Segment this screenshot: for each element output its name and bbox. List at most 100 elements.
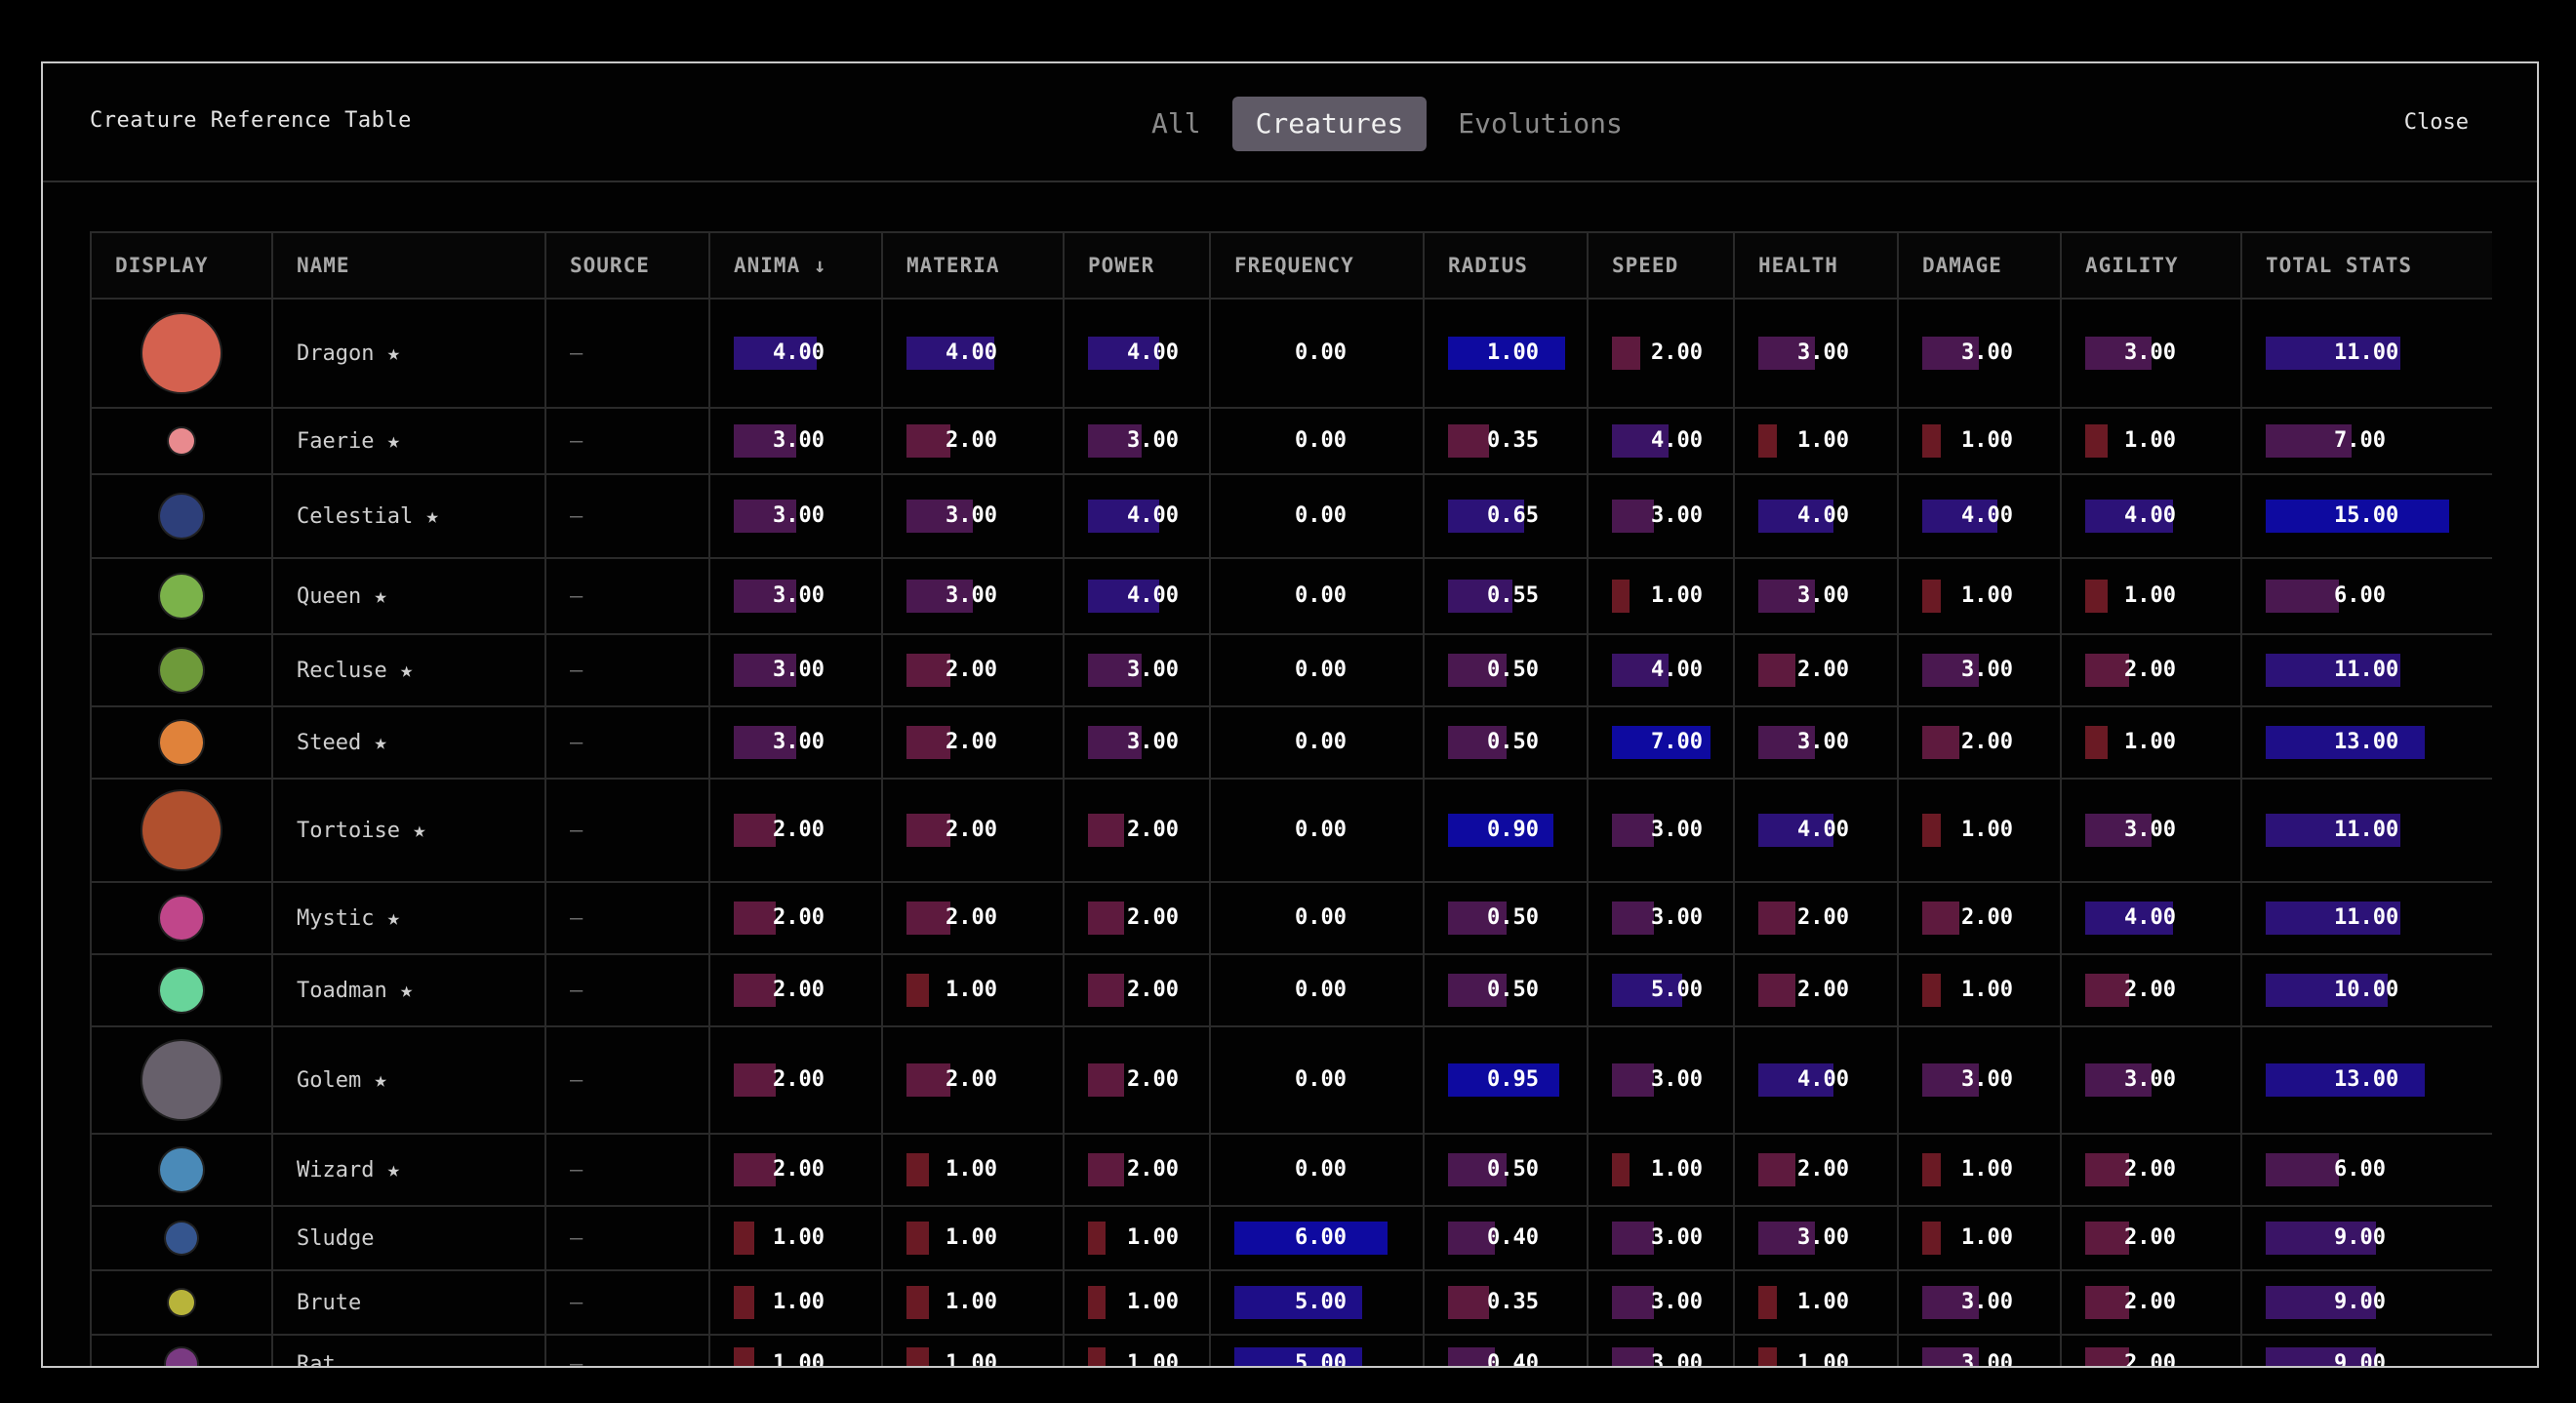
source-cell: – (544, 407, 710, 475)
source-cell: – (544, 1334, 710, 1366)
damage-bar (1922, 580, 1941, 613)
agility-bar (2085, 1286, 2129, 1319)
table-row[interactable]: Dragon ★ – 4.00 4.00 4.00 0.00 1.00 2.00 3.00 3.0… (90, 298, 2492, 409)
table-row[interactable]: Brute – 1.00 1.00 1.00 5.00 0.35 3.00 1.00 3.00 2.… (90, 1269, 2492, 1336)
frequency-value: 0.00 (1295, 730, 1347, 754)
col-header-display[interactable]: DISPLAY (90, 231, 273, 300)
tab-creatures[interactable]: Creatures (1231, 97, 1428, 151)
total-cell: 15.00 (2240, 473, 2492, 559)
health-value: 2.00 (1797, 905, 1849, 930)
creature-color-swatch (166, 1223, 197, 1254)
radius-cell: 0.35 (1423, 1269, 1589, 1336)
total-value: 9.00 (2334, 1225, 2386, 1250)
col-header-materia[interactable]: MATERIA (881, 231, 1065, 300)
col-header-anima[interactable]: ANIMA ↓ (708, 231, 883, 300)
tab-evolutions[interactable]: Evolutions (1434, 97, 1646, 151)
damage-cell: 1.00 (1897, 557, 2062, 635)
col-header-name[interactable]: NAME (271, 231, 546, 300)
col-header-radius[interactable]: RADIUS (1423, 231, 1589, 300)
col-header-health[interactable]: HEALTH (1733, 231, 1899, 300)
frequency-cell: 5.00 (1209, 1334, 1425, 1366)
damage-value: 3.00 (1961, 658, 2013, 682)
anima-value: 2.00 (773, 905, 825, 930)
materia-value: 4.00 (946, 341, 997, 365)
agility-cell: 2.00 (2060, 1205, 2242, 1271)
damage-bar (1922, 814, 1941, 847)
anima-value: 2.00 (773, 978, 825, 1002)
materia-cell: 2.00 (881, 778, 1065, 883)
frequency-cell: 0.00 (1209, 407, 1425, 475)
speed-value: 4.00 (1651, 658, 1703, 682)
materia-cell: 1.00 (881, 953, 1065, 1027)
materia-value: 1.00 (946, 1290, 997, 1314)
speed-bar (1612, 902, 1654, 935)
col-header-frequency[interactable]: FREQUENCY (1209, 231, 1425, 300)
materia-cell: 2.00 (881, 881, 1065, 955)
materia-bar (906, 726, 950, 759)
anima-bar (734, 1063, 776, 1097)
damage-cell: 3.00 (1897, 1025, 2062, 1135)
creature-color-swatch (160, 649, 203, 692)
table-row[interactable]: Steed ★ – 3.00 2.00 3.00 0.00 0.50 7.00 3.00 2.00… (90, 705, 2492, 780)
anima-cell: 2.00 (708, 953, 883, 1027)
materia-value: 2.00 (946, 428, 997, 453)
table-row[interactable]: Tortoise ★ – 2.00 2.00 2.00 0.00 0.90 3.00 4.00 1… (90, 778, 2492, 883)
damage-value: 1.00 (1961, 978, 2013, 1002)
anima-cell: 1.00 (708, 1334, 883, 1366)
total-cell: 11.00 (2240, 881, 2492, 955)
creature-color-swatch (166, 1348, 197, 1366)
table-row[interactable]: Golem ★ – 2.00 2.00 2.00 0.00 0.95 3.00 4.00 3.00… (90, 1025, 2492, 1135)
agility-value: 2.00 (2124, 1351, 2176, 1368)
source-cell: – (544, 1133, 710, 1207)
creature-table-container[interactable]: DISPLAY NAME SOURCE ANIMA ↓ MATERIA POWE… (90, 231, 2492, 1368)
total-bar (2266, 580, 2339, 613)
materia-cell: 3.00 (881, 557, 1065, 635)
source-cell: – (544, 705, 710, 780)
table-row[interactable]: Sludge – 1.00 1.00 1.00 6.00 0.40 3.00 3.00 1.00 2… (90, 1205, 2492, 1271)
creature-name: Faerie ★ (271, 407, 546, 475)
display-cell (90, 1269, 273, 1336)
agility-cell: 2.00 (2060, 1334, 2242, 1368)
frequency-cell: 0.00 (1209, 953, 1425, 1027)
col-header-agility[interactable]: AGILITY (2060, 231, 2242, 300)
close-button[interactable]: Close (2404, 110, 2469, 135)
table-row[interactable]: Mystic ★ – 2.00 2.00 2.00 0.00 0.50 3.00 2.00 2.0… (90, 881, 2492, 955)
speed-value: 1.00 (1651, 1157, 1703, 1182)
agility-cell: 2.00 (2060, 633, 2242, 707)
anima-bar (734, 902, 776, 935)
damage-bar (1922, 902, 1959, 935)
speed-bar (1612, 1153, 1630, 1186)
col-header-damage[interactable]: DAMAGE (1897, 231, 2062, 300)
damage-cell: 1.00 (1897, 953, 2062, 1027)
col-header-source[interactable]: SOURCE (544, 231, 710, 300)
creature-name: Tortoise ★ (271, 778, 546, 883)
total-value: 11.00 (2334, 905, 2399, 930)
col-header-speed[interactable]: SPEED (1587, 231, 1735, 300)
frequency-value: 0.00 (1295, 428, 1347, 453)
table-row[interactable]: Faerie ★ – 3.00 2.00 3.00 0.00 0.35 4.00 1.00 1.0… (90, 407, 2492, 475)
table-row[interactable]: Toadman ★ – 2.00 1.00 2.00 0.00 0.50 5.00 2.00 1.… (90, 953, 2492, 1027)
tab-all[interactable]: All (1128, 97, 1225, 151)
table-row[interactable]: Rat – 1.00 1.00 1.00 5.00 0.40 3.00 1.00 3.00 2.00… (90, 1334, 2492, 1368)
materia-cell: 2.00 (881, 633, 1065, 707)
radius-cell: 1.00 (1423, 298, 1589, 409)
power-cell: 3.00 (1063, 633, 1211, 707)
materia-cell: 1.00 (881, 1269, 1065, 1336)
speed-value: 5.00 (1651, 978, 1703, 1002)
col-header-power[interactable]: POWER (1063, 231, 1211, 300)
table-row[interactable]: Wizard ★ – 2.00 1.00 2.00 0.00 0.50 1.00 2.00 1.0… (90, 1133, 2492, 1207)
health-cell: 3.00 (1733, 298, 1899, 409)
table-row[interactable]: Queen ★ – 3.00 3.00 4.00 0.00 0.55 1.00 3.00 1.00… (90, 557, 2492, 635)
damage-cell: 3.00 (1897, 1269, 2062, 1336)
table-row[interactable]: Celestial ★ – 3.00 3.00 4.00 0.00 0.65 3.00 4.00… (90, 473, 2492, 559)
table-row[interactable]: Recluse ★ – 3.00 2.00 3.00 0.00 0.50 4.00 2.00 3.… (90, 633, 2492, 707)
damage-cell: 3.00 (1897, 298, 2062, 409)
speed-bar (1612, 1222, 1654, 1255)
materia-value: 3.00 (946, 583, 997, 608)
health-cell: 4.00 (1733, 778, 1899, 883)
agility-bar (2085, 974, 2129, 1007)
damage-value: 3.00 (1961, 1290, 2013, 1314)
frequency-value: 0.00 (1295, 905, 1347, 930)
col-header-total-stats[interactable]: TOTAL STATS (2240, 231, 2492, 300)
materia-bar (906, 1286, 929, 1319)
